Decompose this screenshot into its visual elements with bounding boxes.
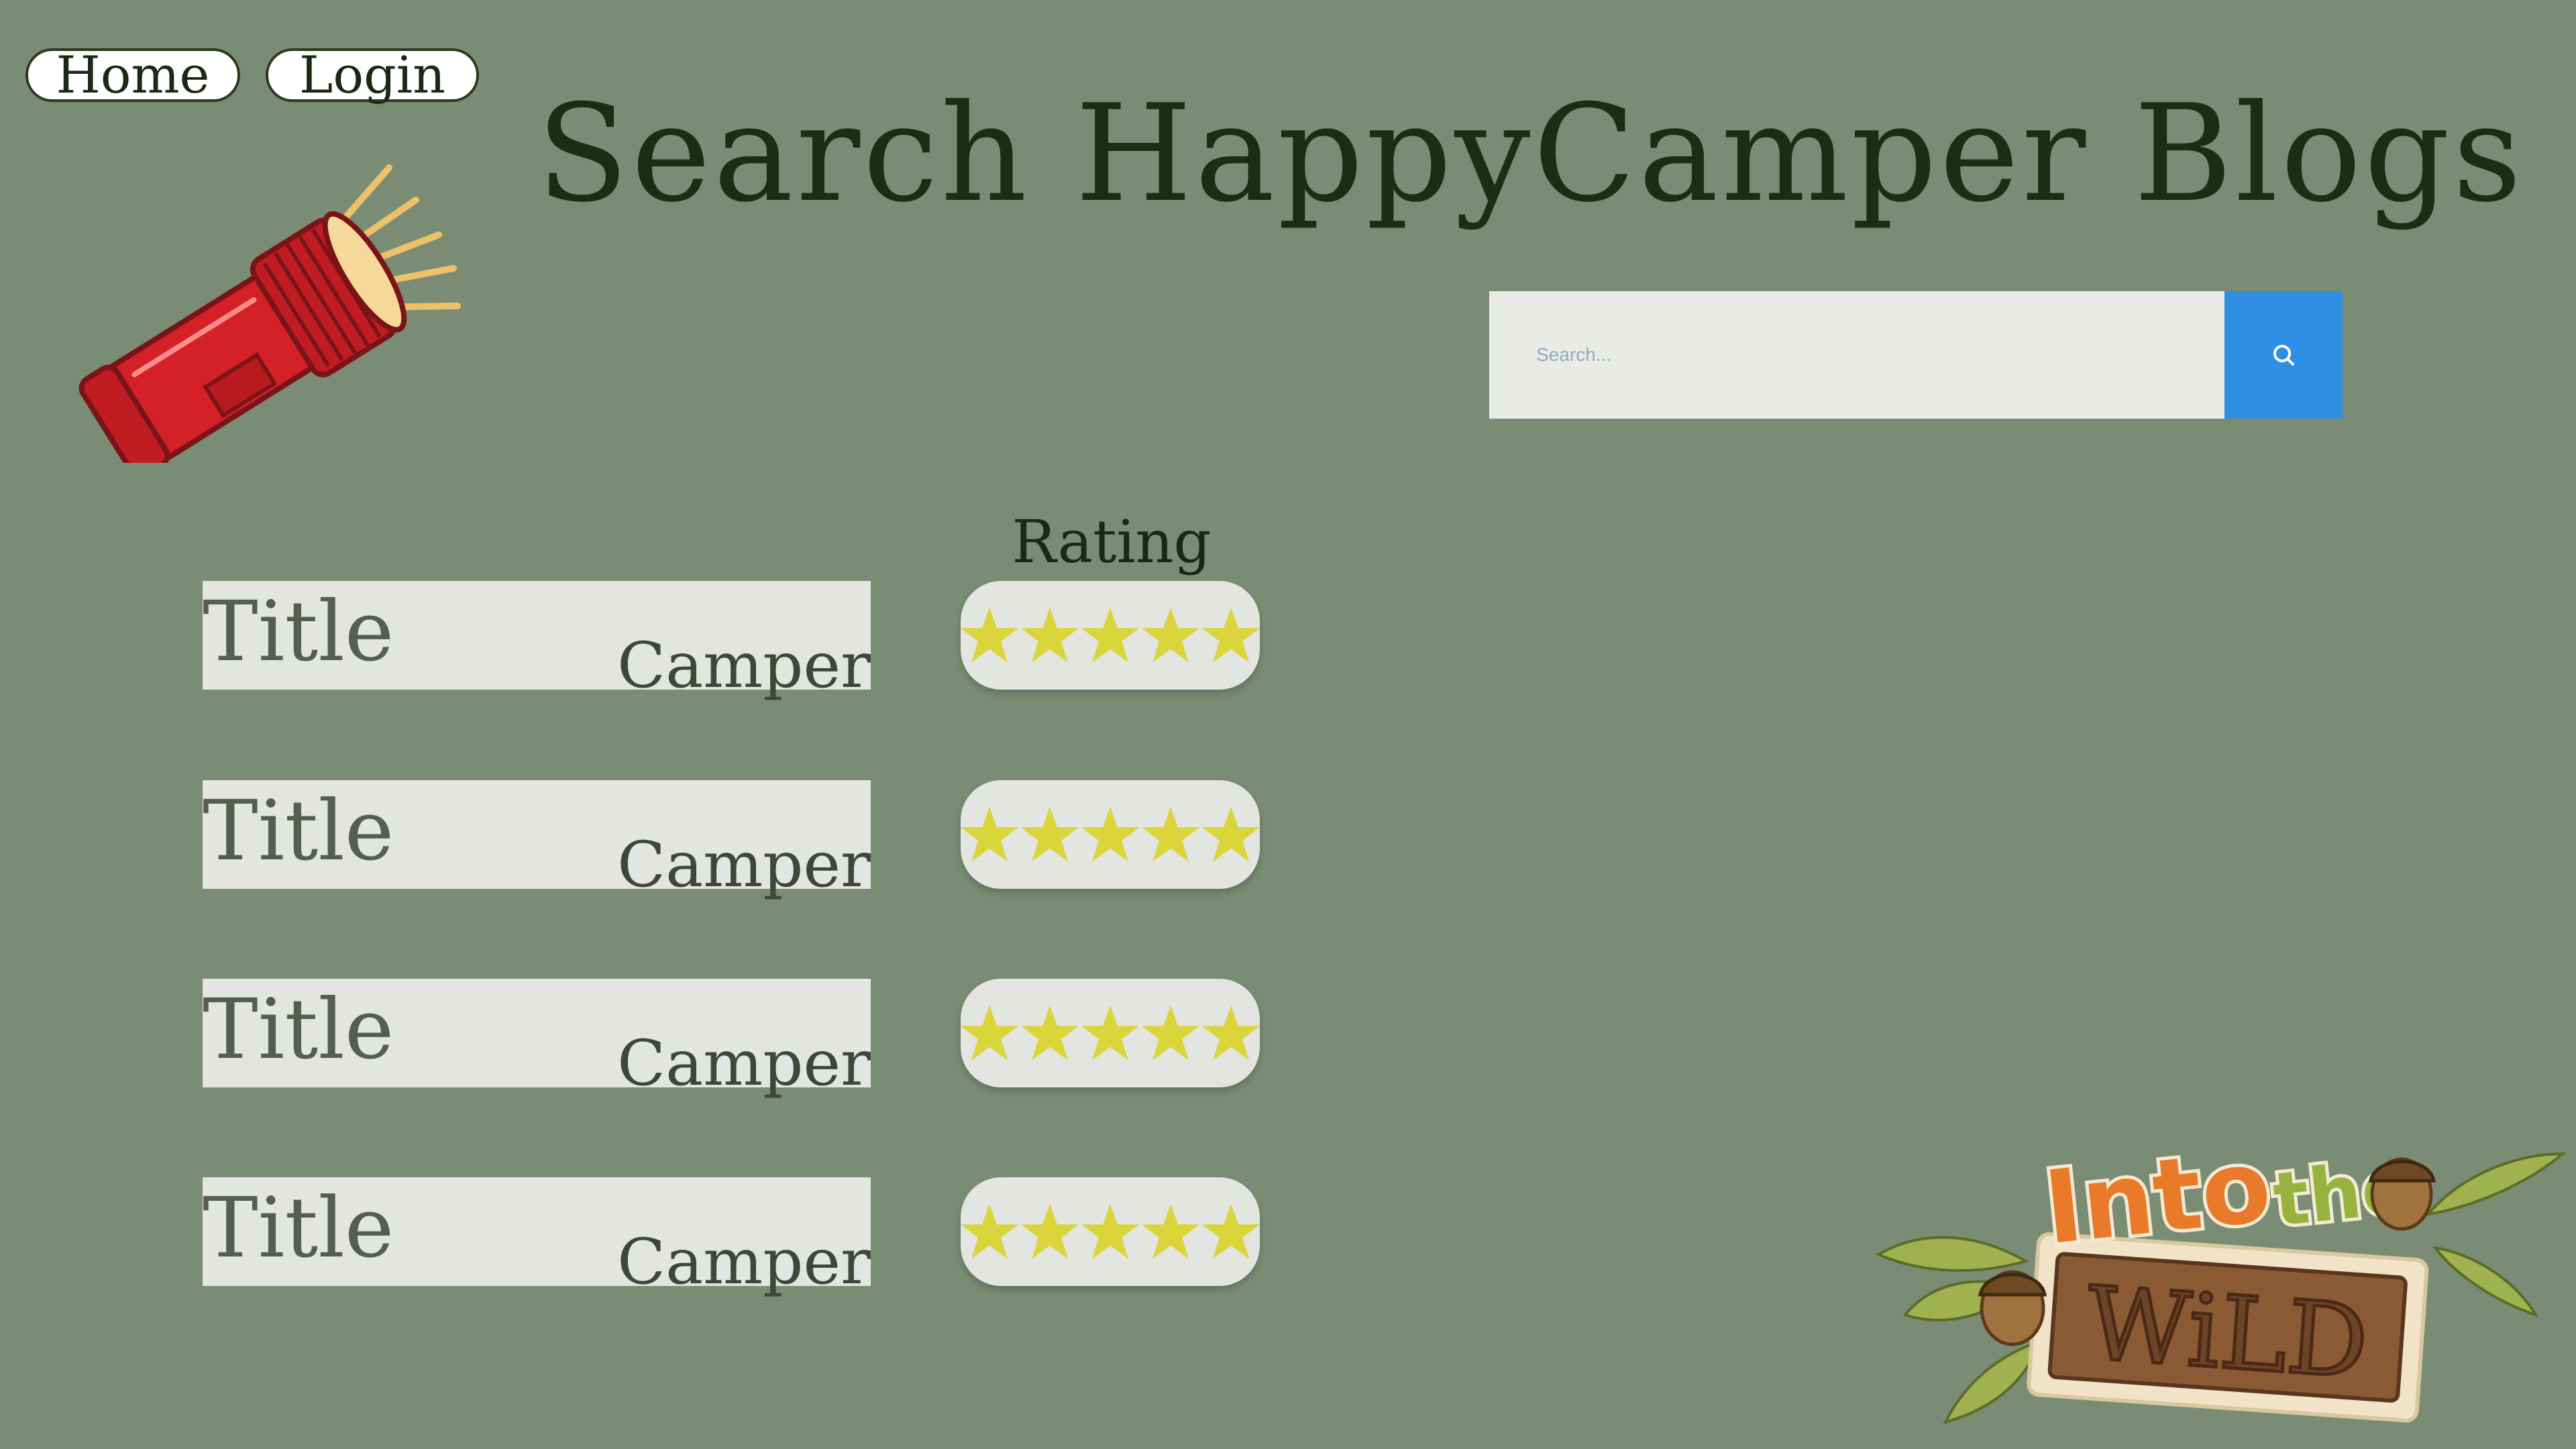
acorn-icon <box>1978 1270 2047 1346</box>
star-icon <box>1201 806 1260 862</box>
blog-rating <box>959 780 1261 889</box>
blog-title-cell[interactable]: Title Camper <box>203 979 871 1095</box>
blog-author: Camper <box>617 828 871 902</box>
blog-author: Camper <box>617 1226 871 1299</box>
blog-rating <box>959 581 1261 690</box>
star-icon <box>1081 607 1140 663</box>
star-icon <box>960 1005 1019 1061</box>
page-title: Search HappyCamper Blogs <box>537 76 2524 232</box>
flashlight-icon <box>78 164 461 463</box>
blog-title: Title <box>203 1180 394 1277</box>
star-icon <box>960 806 1019 862</box>
logo-into-text: Into <box>2039 1128 2276 1267</box>
star-icon <box>960 607 1019 663</box>
blog-title: Title <box>203 981 394 1078</box>
star-icon <box>1201 1005 1260 1061</box>
star-icon <box>1020 607 1079 663</box>
star-icon <box>1141 1203 1200 1259</box>
star-rating <box>959 804 1261 865</box>
blog-author: Camper <box>617 1027 871 1100</box>
star-icon <box>1020 806 1079 862</box>
home-button[interactable]: Home <box>25 48 240 102</box>
blog-title-cell[interactable]: Title Camper <box>203 780 871 897</box>
star-icon <box>1141 1005 1200 1061</box>
login-button[interactable]: Login <box>266 48 479 102</box>
into-the-wild-logo: WiLD Into the <box>1875 1124 2567 1425</box>
star-icon <box>1020 1005 1079 1061</box>
blog-title-cell[interactable]: Title Camper <box>203 581 871 698</box>
rating-column-header: Rating <box>1012 507 1212 576</box>
search-button[interactable] <box>2224 291 2343 419</box>
blog-author: Camper <box>617 629 871 702</box>
star-icon <box>1081 1005 1140 1061</box>
acorn-icon <box>2368 1157 2436 1231</box>
star-icon <box>1081 806 1140 862</box>
blog-title-cell[interactable]: Title Camper <box>203 1177 871 1294</box>
search-input[interactable] <box>1489 291 2224 419</box>
blog-title: Title <box>203 584 394 680</box>
logo-wild-text: WiLD <box>2083 1265 2372 1401</box>
star-icon <box>1201 1203 1260 1259</box>
blog-rating <box>959 979 1261 1087</box>
blog-rating <box>959 1177 1261 1286</box>
star-icon <box>1201 607 1260 663</box>
star-rating <box>959 1201 1261 1262</box>
star-icon <box>1141 806 1200 862</box>
star-icon <box>1081 1203 1140 1259</box>
star-rating <box>959 1003 1261 1063</box>
star-rating <box>959 605 1261 665</box>
star-icon <box>1020 1203 1079 1259</box>
blog-title: Title <box>203 783 394 879</box>
search-bar <box>1489 291 2343 419</box>
star-icon <box>1141 607 1200 663</box>
star-icon <box>960 1203 1019 1259</box>
search-icon <box>2273 345 2294 366</box>
